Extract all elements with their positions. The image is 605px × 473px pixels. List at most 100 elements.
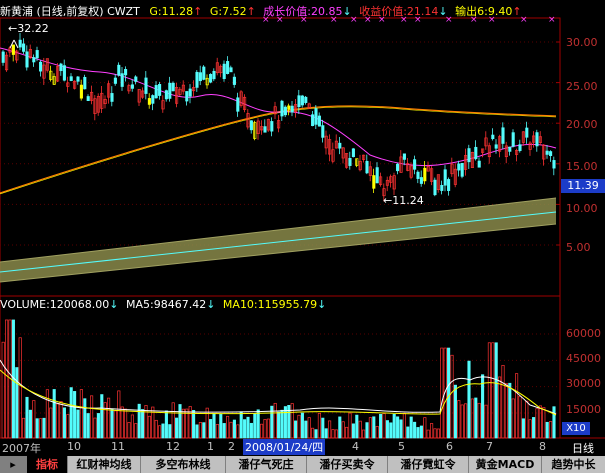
candle-body — [62, 65, 66, 81]
volume-bar — [385, 420, 389, 439]
candle-body — [321, 125, 325, 138]
volume-bar — [69, 387, 73, 439]
volume-bar — [464, 403, 468, 439]
signal-marker-icon: × — [520, 15, 528, 25]
date-label: 2007年 — [2, 442, 41, 455]
down-arrow-icon: ↓ — [206, 298, 216, 311]
candle-body — [110, 93, 114, 102]
vol-tick-30000: 30000 — [566, 377, 601, 390]
candle-body — [232, 76, 236, 85]
volume-bar — [294, 420, 298, 439]
signal-marker-icon: × — [414, 15, 422, 25]
volume-bar — [195, 424, 199, 439]
candle-body — [11, 44, 15, 55]
candle-body — [158, 84, 162, 96]
volume-bar — [93, 417, 97, 439]
volume-bar — [273, 402, 277, 439]
tab-red-wealth-ma[interactable]: 红财神均线 — [68, 456, 141, 473]
candle-body — [314, 108, 318, 125]
candle-body — [113, 77, 117, 84]
volume-bar — [158, 425, 162, 439]
tab-pan-neon[interactable]: 潘仔霓虹令 — [388, 456, 469, 473]
left-arrow-icon: ← — [383, 194, 393, 207]
volume-bar — [246, 416, 250, 439]
volume-ma5: MA5:98467.42 — [125, 298, 207, 311]
candle-body — [171, 82, 175, 92]
signal-marker-icon: × — [378, 15, 386, 25]
volume-bar — [504, 383, 508, 439]
candle-body — [164, 90, 168, 100]
volume-bar — [35, 418, 39, 439]
cursor-date: 2008/01/24/四 — [243, 439, 326, 455]
volume-bar — [542, 407, 546, 439]
volume-bar — [39, 418, 43, 439]
volume-bar — [226, 415, 230, 439]
volume-bar — [22, 417, 26, 439]
tab-gold-macd[interactable]: 黄金MACD — [469, 456, 542, 473]
volume-bar — [83, 398, 87, 439]
date-axis: 2007年 10 11 12 1 2 2008/01/24/四 4 5 6 7 … — [0, 439, 605, 456]
candle-body — [209, 73, 213, 83]
candle-body — [35, 50, 39, 59]
volume-bar — [154, 419, 158, 439]
volume-bar — [25, 396, 29, 439]
candle-body — [1, 51, 5, 63]
volume-bar — [328, 420, 332, 439]
candle-body — [413, 159, 417, 170]
candle-body — [416, 171, 420, 179]
volume-bar — [62, 407, 66, 439]
volume-value: VOLUME:120068.00 — [0, 298, 110, 311]
volume-bar — [348, 412, 352, 439]
volume-bar — [96, 413, 100, 439]
candle-body — [130, 84, 134, 89]
tab-bollinger[interactable]: 多空布林线 — [141, 456, 226, 473]
candle-body — [32, 57, 36, 63]
volume-bar — [236, 424, 240, 439]
volume-bar — [409, 416, 413, 439]
tab-pan-buy-sell[interactable]: 潘仔买卖令 — [307, 456, 388, 473]
volume-bar — [263, 419, 267, 439]
volume-bar — [365, 422, 369, 439]
volume-bar — [49, 407, 53, 439]
candle-body — [535, 132, 539, 147]
stock-chart-window: 新黄浦 (日线,前复权) CWZT G:11.28↑ G:7.52↑ 成长价值:… — [0, 0, 605, 473]
band-centerline — [0, 211, 557, 273]
volume-bar — [321, 417, 325, 439]
volume-bar — [307, 417, 311, 439]
mid-ma-line — [0, 47, 557, 167]
candlesticks — [1, 32, 556, 202]
volume-bar — [426, 429, 430, 439]
tab-scroll-button[interactable]: ▸ — [0, 456, 27, 473]
date-label: 1 — [207, 440, 214, 453]
price-volume-chart[interactable]: × × × × × × × × × × × × × × — [0, 0, 605, 456]
candle-body — [447, 179, 451, 191]
tab-indicator[interactable]: 指标 — [27, 456, 68, 473]
volume-bar — [508, 382, 512, 439]
volume-bar — [334, 429, 338, 439]
volume-bar — [396, 416, 400, 439]
candle-body — [124, 69, 128, 76]
volume-bar — [382, 413, 386, 439]
volume-bar — [151, 406, 155, 439]
candle-body — [86, 96, 90, 101]
candle-body — [525, 127, 529, 138]
signal-marker-icon: × — [488, 15, 496, 25]
volume-bar — [440, 347, 444, 439]
candle-body — [18, 39, 22, 48]
date-label: 7 — [486, 440, 493, 453]
period-label[interactable]: 日线 — [572, 440, 594, 456]
volume-bar — [467, 360, 471, 439]
marker-icons: × × × × × × × × × × × × × × — [9, 15, 556, 49]
date-label: 11 — [111, 440, 125, 453]
volume-bar — [137, 403, 141, 439]
volume-bar — [290, 403, 294, 439]
candle-body — [545, 150, 549, 155]
date-label: 4 — [352, 440, 359, 453]
candle-body — [419, 177, 423, 184]
candle-body — [229, 67, 233, 73]
volume-bar — [460, 404, 464, 439]
tab-pan-qisizhuang[interactable]: 潘仔气死庄 — [226, 456, 307, 473]
tab-trend[interactable]: 趋势中长 — [542, 456, 605, 473]
volume-bar — [324, 428, 328, 439]
volume-bar — [120, 406, 124, 439]
